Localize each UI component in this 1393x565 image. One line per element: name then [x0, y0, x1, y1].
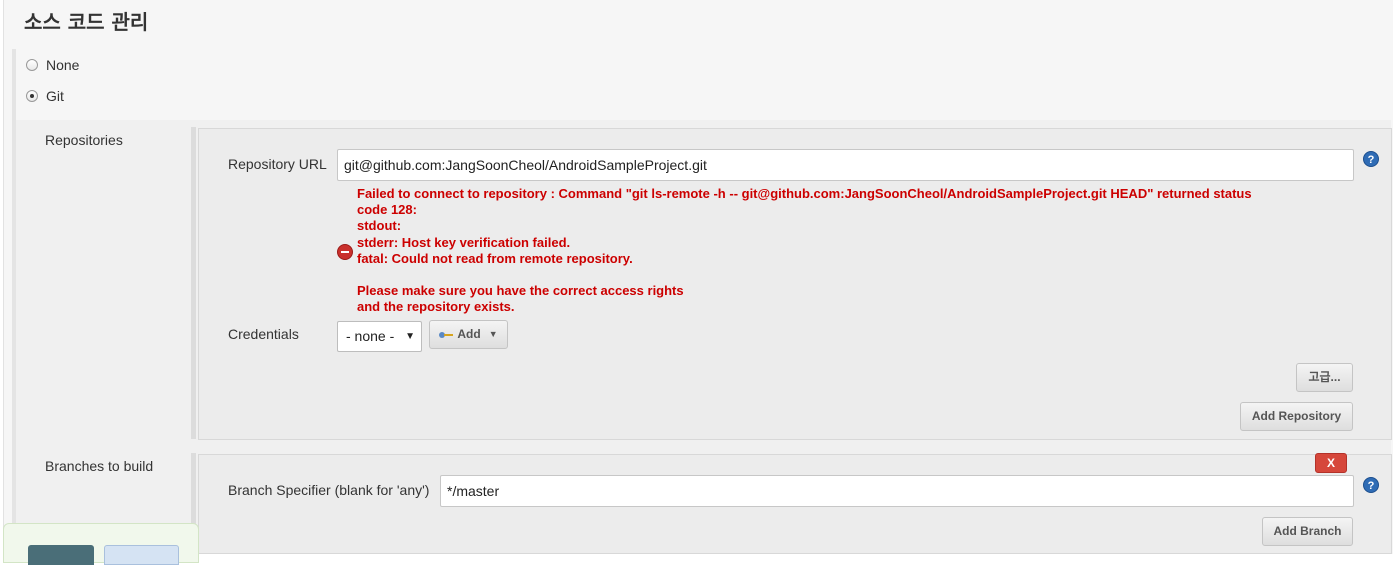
radio-git[interactable]: [26, 90, 38, 102]
branch-panel: X Branch Specifier (blank for 'any') ? A…: [198, 453, 1392, 554]
help-icon[interactable]: ?: [1363, 151, 1379, 167]
repository-url-label: Repository URL: [228, 156, 327, 172]
add-credentials-button[interactable]: Add ▼: [429, 320, 508, 349]
repositories-indent-bar: [191, 127, 196, 439]
scm-option-git[interactable]: Git: [26, 88, 64, 104]
scm-config-page: 소스 코드 관리 None Git Repositories Repositor…: [3, 0, 1393, 554]
credentials-select-value: - none -: [346, 328, 395, 344]
repository-panel: Repository URL ? Failed to connect to re…: [198, 128, 1392, 440]
dropdown-caret-icon: ▼: [405, 331, 415, 342]
page-title: 소스 코드 관리: [24, 10, 149, 34]
credentials-label: Credentials: [228, 326, 299, 342]
key-icon: [439, 331, 454, 339]
help-icon[interactable]: ?: [1363, 477, 1379, 493]
repository-error-message: Failed to connect to repository : Comman…: [357, 186, 1252, 315]
save-button[interactable]: [28, 545, 94, 565]
add-branch-button[interactable]: Add Branch: [1262, 517, 1353, 546]
advanced-button[interactable]: 고급...: [1296, 363, 1353, 392]
apply-button[interactable]: [104, 545, 179, 565]
branch-specifier-label: Branch Specifier (blank for 'any'): [228, 482, 430, 498]
error-icon: [337, 244, 353, 260]
credentials-select[interactable]: - none - ▼: [337, 321, 422, 352]
radio-none-label: None: [46, 57, 80, 73]
bottom-button-bar: [3, 523, 199, 565]
repository-url-input[interactable]: [337, 149, 1354, 181]
chevron-down-icon: ▼: [488, 329, 498, 339]
delete-branch-button[interactable]: X: [1315, 453, 1347, 473]
add-repository-button[interactable]: Add Repository: [1240, 402, 1353, 431]
branches-label: Branches to build: [45, 458, 154, 474]
scm-option-none[interactable]: None: [26, 57, 79, 73]
radio-none[interactable]: [26, 59, 38, 71]
radio-git-label: Git: [46, 88, 64, 104]
branch-specifier-input[interactable]: [440, 475, 1354, 507]
repositories-label: Repositories: [45, 132, 123, 148]
add-credentials-label: Add: [457, 327, 481, 341]
